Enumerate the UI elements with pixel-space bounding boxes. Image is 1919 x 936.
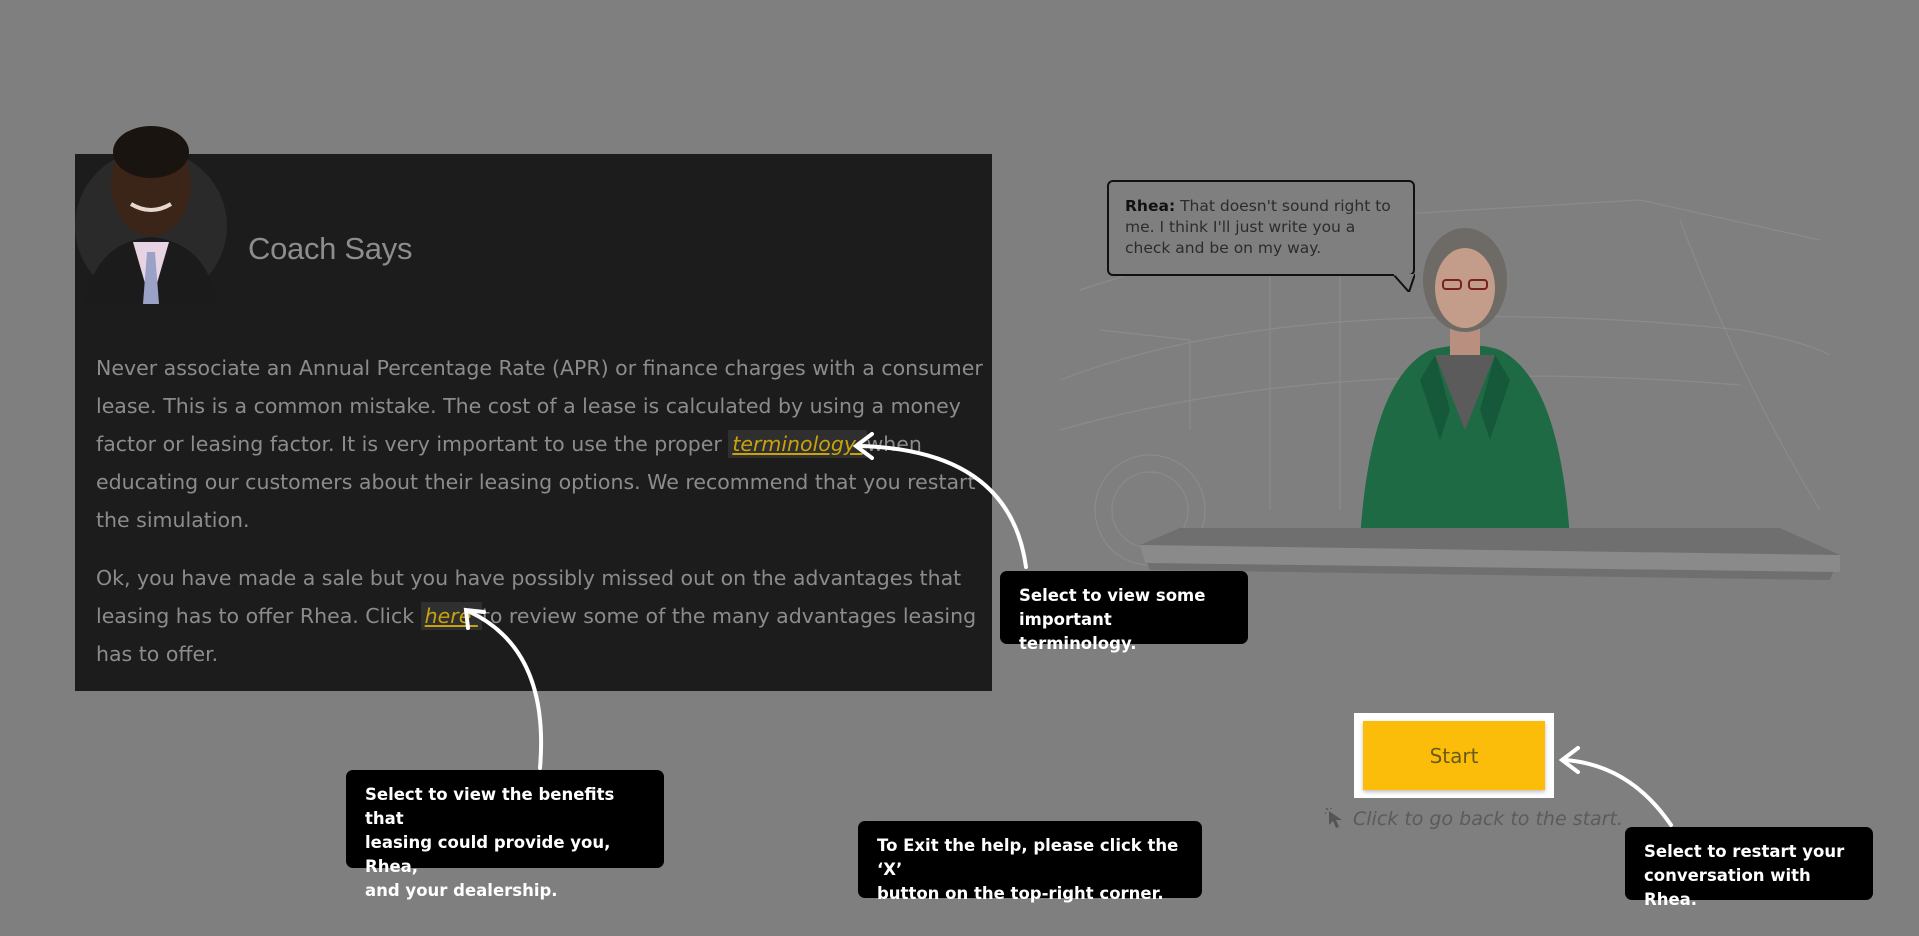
callout-benefits: Select to view the benefits that leasing…: [346, 770, 664, 900]
arrow-to-start-head: [1558, 746, 1580, 774]
customer-speech-bubble: Rhea: That doesn't sound right to me. I …: [1107, 180, 1415, 276]
coach-paragraph-2: Ok, you have made a sale but you have po…: [96, 559, 986, 673]
speaker-name: Rhea:: [1125, 197, 1176, 215]
start-hint-text: Click to go back to the start.: [1353, 808, 1623, 830]
callout-restart: Select to restart your conversation with…: [1625, 827, 1873, 909]
start-hint: Click to go back to the start.: [1325, 808, 1623, 830]
terminology-link[interactable]: terminology: [728, 430, 867, 458]
coach-paragraph-1: Never associate an Annual Percentage Rat…: [96, 349, 986, 539]
coach-message: Never associate an Annual Percentage Rat…: [96, 349, 986, 693]
cursor-icon: [1325, 808, 1342, 828]
callout-terminology: Select to view some important terminolog…: [1000, 571, 1248, 653]
advantages-here-link[interactable]: here: [420, 602, 482, 630]
coach-avatar: [75, 126, 227, 304]
coach-title: Coach Says: [248, 231, 413, 266]
speech-bubble-tail: [1393, 274, 1415, 292]
start-button[interactable]: Start: [1363, 721, 1545, 790]
callout-exit-help: To Exit the help, please click the ‘X’ b…: [858, 821, 1202, 903]
